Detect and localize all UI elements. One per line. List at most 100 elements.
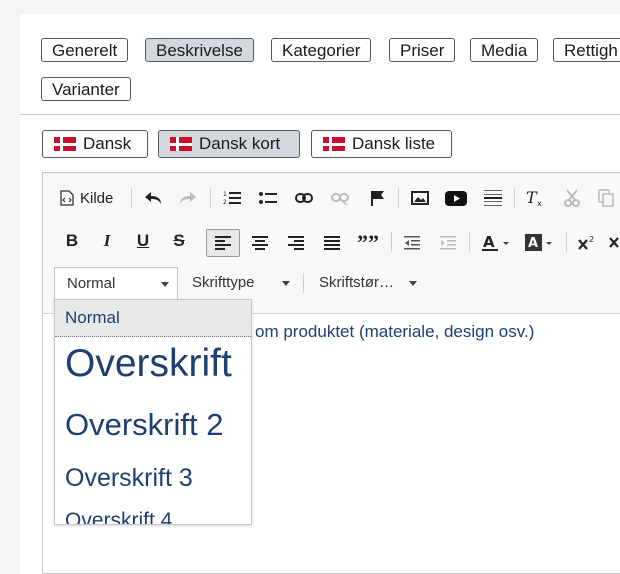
link-icon [295, 193, 313, 203]
copy-icon [598, 189, 614, 207]
unlink-button[interactable] [327, 186, 353, 210]
underline-icon: U [136, 231, 150, 250]
svg-text:1: 1 [223, 191, 227, 198]
chevron-down-icon [409, 281, 417, 286]
image-icon [411, 191, 429, 205]
align-left-icon [215, 236, 231, 250]
language-label: Dansk [83, 134, 132, 153]
format-dropdown: Normal Overskrift Overskrift 2 Overskrif… [54, 299, 252, 525]
format-option-heading-3[interactable]: Overskrift 3 [65, 464, 193, 493]
align-justify-icon [324, 236, 340, 250]
numbered-list-icon: 12 [223, 191, 241, 206]
tab-beskrivelse[interactable]: Beskrivelse [145, 38, 254, 62]
scissors-icon [564, 189, 580, 207]
italic-icon: I [103, 231, 111, 250]
toolbar-separator [398, 188, 399, 208]
indent-icon [440, 236, 456, 250]
tab-priser[interactable]: Priser [389, 38, 456, 62]
remove-format-button[interactable]: Tx [522, 186, 548, 210]
tab-kategorier[interactable]: Kategorier [271, 38, 372, 62]
chevron-down-icon [282, 281, 290, 286]
chevron-down-icon [161, 282, 169, 287]
svg-text:A: A [528, 236, 538, 251]
horizontal-rule-button[interactable] [480, 186, 506, 210]
toolbar-separator [391, 232, 392, 252]
bold-icon: B [65, 231, 79, 250]
subscript-icon [609, 237, 619, 248]
danish-flag-icon [54, 137, 76, 151]
image-button[interactable] [407, 186, 433, 210]
text-color-button[interactable]: A [477, 231, 515, 255]
bulleted-list-icon [259, 192, 277, 204]
unlink-icon [331, 193, 349, 205]
strikethrough-button[interactable]: S [167, 229, 191, 253]
format-option-heading-4[interactable]: Overskrift 4 [65, 509, 172, 524]
outdent-button[interactable] [399, 231, 425, 255]
superscript-button[interactable]: 2 [574, 231, 600, 255]
redo-icon [180, 192, 196, 204]
tab-rettigheder[interactable]: Rettigh [553, 38, 620, 62]
youtube-button[interactable] [443, 186, 469, 210]
language-label: Dansk liste [352, 134, 436, 153]
editor-content-text[interactable]: om produktet (materiale, design osv.) [255, 322, 534, 342]
tab-varianter[interactable]: Varianter [41, 77, 131, 101]
source-button[interactable]: Kilde [60, 186, 122, 210]
cut-button[interactable] [559, 186, 585, 210]
format-option-heading-1[interactable]: Overskrift [65, 342, 232, 386]
toolbar-separator [303, 273, 304, 293]
svg-text:2: 2 [223, 199, 227, 206]
align-right-icon [288, 236, 304, 250]
remove-format-icon: Tx [526, 189, 542, 207]
language-dansk-liste[interactable]: Dansk liste [311, 130, 452, 158]
toolbar-separator [566, 232, 567, 252]
language-label: Dansk kort [199, 134, 281, 153]
toolbar-separator [514, 188, 515, 208]
undo-icon [145, 192, 161, 204]
format-combo[interactable]: Normal [54, 267, 178, 300]
format-option-heading-2[interactable]: Overskrift 2 [65, 407, 223, 443]
justify-button[interactable] [319, 231, 345, 255]
subscript-button[interactable] [608, 231, 620, 255]
language-dansk[interactable]: Dansk [42, 130, 148, 158]
redo-button[interactable] [175, 186, 201, 210]
font-combo[interactable]: Skrifttype [182, 267, 298, 299]
font-combo-value: Skrifttype [192, 274, 255, 291]
text-color-icon: A [482, 234, 509, 251]
language-dansk-kort[interactable]: Dansk kort [158, 130, 300, 158]
tab-media[interactable]: Media [470, 38, 539, 62]
flag-icon [371, 191, 384, 206]
source-icon [60, 190, 74, 206]
font-size-combo-value: Skriftstør… [319, 274, 394, 291]
danish-flag-icon [170, 137, 192, 151]
format-option-normal[interactable]: Normal [65, 308, 120, 328]
anchor-button[interactable] [364, 186, 390, 210]
align-right-button[interactable] [283, 231, 309, 255]
toolbar-separator [210, 188, 211, 208]
indent-button[interactable] [435, 231, 461, 255]
bold-button[interactable]: B [60, 229, 84, 253]
undo-button[interactable] [140, 186, 166, 210]
italic-button[interactable]: I [95, 229, 119, 253]
tab-generelt[interactable]: Generelt [41, 38, 129, 62]
underline-button[interactable]: U [131, 229, 155, 253]
blockquote-button[interactable]: ”” [355, 230, 381, 255]
outdent-icon [404, 236, 420, 250]
tabs-divider [20, 114, 620, 115]
svg-text:A: A [483, 234, 495, 251]
svg-text:2: 2 [589, 235, 594, 244]
numbered-list-button[interactable]: 12 [219, 186, 245, 210]
toolbar-separator [131, 188, 132, 208]
danish-flag-icon [323, 137, 345, 151]
horizontal-line-icon [484, 190, 502, 206]
copy-button[interactable] [596, 186, 616, 210]
svg-text:x: x [537, 199, 542, 207]
background-color-icon: A [525, 234, 552, 251]
bulleted-list-button[interactable] [255, 186, 281, 210]
background-color-button[interactable]: A [520, 231, 558, 255]
align-left-button[interactable] [206, 229, 240, 257]
font-size-combo[interactable]: Skriftstør… [309, 267, 425, 299]
source-label: Kilde [80, 189, 114, 207]
link-button[interactable] [291, 186, 317, 210]
format-combo-value: Normal [67, 275, 116, 292]
align-center-button[interactable] [247, 231, 273, 255]
